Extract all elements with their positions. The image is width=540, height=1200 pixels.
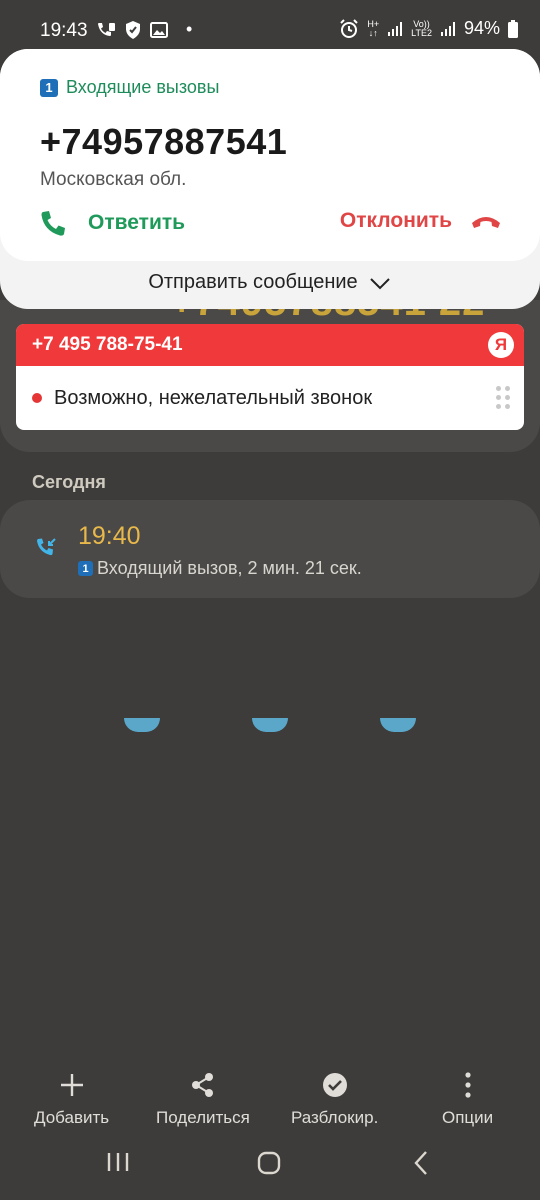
home-icon[interactable] — [256, 1150, 282, 1176]
warning-dot-icon — [32, 393, 42, 403]
alarm-icon — [340, 18, 359, 38]
battery-percent: 94% — [463, 18, 500, 38]
signal-icon — [388, 21, 403, 36]
message-action-circle[interactable] — [252, 718, 288, 732]
call-log-entry[interactable]: 19:40 1 Входящий вызов, 2 мин. 21 сек. — [0, 500, 540, 598]
shield-icon — [126, 20, 140, 39]
signal-2-icon — [440, 21, 455, 36]
status-left-icons: • — [96, 19, 192, 40]
decline-label: Отклонить — [339, 209, 452, 232]
add-button[interactable]: Добавить — [34, 1070, 109, 1128]
decline-button[interactable]: Отклонить — [340, 209, 502, 233]
status-time: 19:43 — [40, 20, 88, 41]
app-label: Входящие вызовы — [66, 77, 220, 97]
more-dot-icon: • — [186, 19, 193, 39]
call-detail-row: 1 Входящий вызов, 2 мин. 21 сек. — [78, 558, 362, 579]
incoming-call-icon — [37, 538, 56, 556]
spam-warning-text: Возможно, нежелательный звонок — [54, 386, 373, 409]
sim1-icon: 1 — [40, 78, 58, 97]
yandex-caller-id-card[interactable]: +7 495 788-75-41 Я Возможно, нежелательн… — [16, 324, 524, 430]
unblock-button[interactable]: Разблокир. — [291, 1070, 378, 1128]
phone-screen: 19:43 • H+ ↓↑ Vo)) LTE2 94% 1 Входящие в… — [0, 0, 540, 1200]
options-button[interactable]: Опции — [442, 1070, 493, 1128]
more-vertical-icon — [464, 1072, 471, 1098]
battery-icon — [508, 19, 518, 38]
add-label: Добавить — [34, 1108, 110, 1127]
caller-number: +74957887541 — [40, 121, 288, 162]
call-action-circle[interactable] — [124, 718, 160, 732]
check-circle-icon — [322, 1073, 347, 1097]
call-time: 19:40 — [78, 522, 141, 550]
answer-button[interactable]: Ответить — [38, 209, 185, 237]
video-action-circle[interactable] — [380, 718, 416, 732]
share-button[interactable]: Поделиться — [156, 1070, 250, 1128]
notification-content: 1 Входящие вызовы +74957887541 Московска… — [0, 49, 540, 261]
caller-id-body: Возможно, нежелательный звонок — [16, 366, 524, 430]
share-label: Поделиться — [156, 1108, 250, 1127]
send-message-label: Отправить сообщение — [148, 271, 358, 293]
caller-id-header: +7 495 788-75-41 Я — [16, 324, 524, 366]
send-message-button[interactable]: Отправить сообщение — [0, 271, 540, 294]
share-icon — [191, 1073, 213, 1097]
plus-icon — [60, 1074, 83, 1096]
section-today-title: Сегодня — [32, 472, 106, 492]
chevron-down-icon — [369, 277, 390, 289]
bottom-action-bar: Добавить Поделиться Разблокир. Опции — [0, 1070, 540, 1140]
unblock-label: Разблокир. — [291, 1108, 379, 1127]
phone-decline-icon — [472, 217, 500, 228]
status-right-icons: H+ ↓↑ Vo)) LTE2 94% — [339, 18, 518, 39]
yandex-logo-icon: Я — [488, 332, 514, 358]
caller-id-number: +7 495 788-75-41 — [32, 334, 183, 355]
volte-indicator: Vo)) LTE2 — [411, 18, 432, 38]
caller-location: Московская обл. — [40, 169, 187, 190]
system-nav-bar — [0, 1150, 540, 1186]
back-icon[interactable] — [410, 1150, 432, 1176]
call-sim-icon — [98, 22, 115, 36]
phone-answer-icon — [41, 211, 65, 236]
network-type: H+ ↓↑ — [367, 18, 380, 38]
answer-label: Ответить — [88, 211, 186, 234]
notification-app-row: 1 Входящие вызовы — [40, 77, 219, 98]
sim1-icon: 1 — [78, 561, 93, 576]
incoming-call-notification[interactable]: 1 Входящие вызовы +74957887541 Московска… — [0, 49, 540, 309]
options-label: Опции — [442, 1108, 494, 1127]
drag-handle-icon[interactable] — [496, 386, 510, 409]
call-detail-text: Входящий вызов, 2 мин. 21 сек. — [97, 558, 362, 578]
recent-apps-icon[interactable] — [106, 1150, 130, 1174]
gallery-icon — [150, 21, 168, 38]
